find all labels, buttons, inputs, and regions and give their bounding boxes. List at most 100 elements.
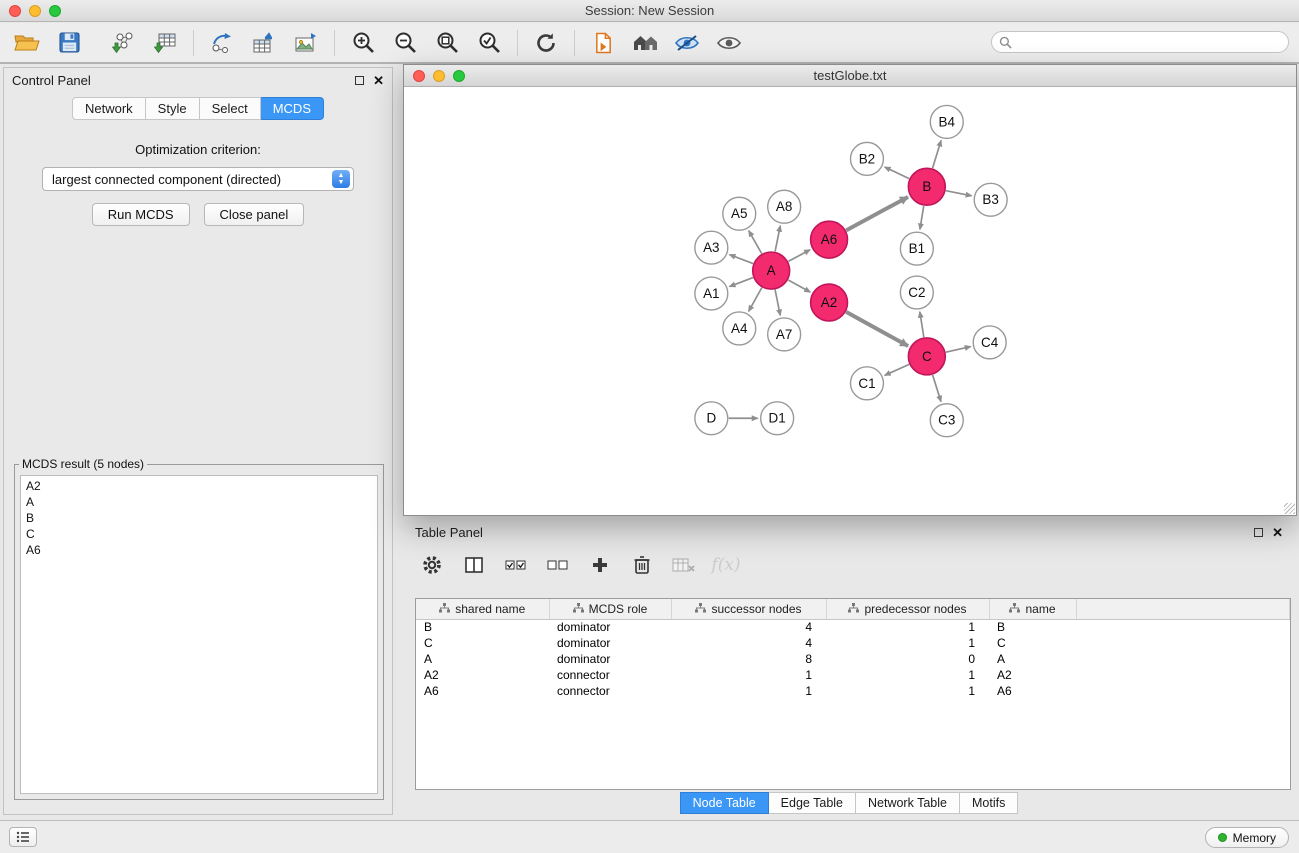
fullscreen-window-button[interactable] bbox=[49, 5, 61, 17]
table-row[interactable]: Bdominator41B bbox=[416, 619, 1290, 635]
column-header-mcds-role[interactable]: MCDS role bbox=[549, 599, 671, 619]
close-network-window-button[interactable] bbox=[413, 70, 425, 82]
graph-node-A5[interactable]: A5 bbox=[723, 197, 756, 230]
open-session-button[interactable] bbox=[6, 26, 48, 60]
graph-edge-A-A4[interactable] bbox=[749, 288, 762, 312]
minimize-window-button[interactable] bbox=[29, 5, 41, 17]
delete-column-button[interactable] bbox=[625, 550, 659, 580]
tab-node-table[interactable]: Node Table bbox=[680, 792, 769, 814]
table-cell[interactable]: 1 bbox=[671, 683, 826, 699]
network-canvas[interactable]: B4B2BB3A5A8A6A3B1AA1C2A2A4A7C4CC1C3DD1 bbox=[404, 88, 1296, 515]
mcds-result-list[interactable]: A2ABCA6 bbox=[20, 475, 378, 794]
run-mcds-button[interactable]: Run MCDS bbox=[92, 203, 190, 226]
graph-edge-C-C3[interactable] bbox=[933, 375, 941, 402]
table-row[interactable]: Cdominator41C bbox=[416, 635, 1290, 651]
zoom-fit-button[interactable] bbox=[426, 26, 468, 60]
maximize-network-window-button[interactable] bbox=[453, 70, 465, 82]
close-window-button[interactable] bbox=[9, 5, 21, 17]
column-header-predecessor-nodes[interactable]: predecessor nodes bbox=[826, 599, 989, 619]
table-cell[interactable]: A bbox=[416, 651, 549, 667]
import-network-from-file-button[interactable] bbox=[102, 26, 144, 60]
graph-edge-B-B3[interactable] bbox=[946, 191, 972, 196]
graph-edge-A-A7[interactable] bbox=[775, 290, 780, 316]
graph-node-D1[interactable]: D1 bbox=[761, 402, 794, 435]
tab-network-table[interactable]: Network Table bbox=[856, 792, 960, 814]
split-columns-button[interactable] bbox=[457, 550, 491, 580]
graph-edge-A-A5[interactable] bbox=[749, 231, 762, 254]
graph-node-A8[interactable]: A8 bbox=[768, 190, 801, 223]
graph-node-C2[interactable]: C2 bbox=[900, 276, 933, 309]
graph-edge-A-A8[interactable] bbox=[775, 226, 780, 252]
graph-edge-C-C4[interactable] bbox=[946, 347, 971, 353]
graph-edge-B-B4[interactable] bbox=[933, 140, 942, 168]
graph-node-B[interactable]: B bbox=[908, 168, 945, 205]
table-cell[interactable]: A bbox=[989, 651, 1076, 667]
table-cell[interactable]: 1 bbox=[826, 667, 989, 683]
network-graph[interactable]: B4B2BB3A5A8A6A3B1AA1C2A2A4A7C4CC1C3DD1 bbox=[404, 88, 1296, 515]
tab-style[interactable]: Style bbox=[146, 97, 200, 120]
table-cell[interactable]: dominator bbox=[549, 635, 671, 651]
minimize-network-window-button[interactable] bbox=[433, 70, 445, 82]
table-cell[interactable]: connector bbox=[549, 683, 671, 699]
graph-node-A7[interactable]: A7 bbox=[768, 318, 801, 351]
table-cell[interactable]: 4 bbox=[671, 619, 826, 635]
graph-node-C1[interactable]: C1 bbox=[850, 367, 883, 400]
graph-node-A[interactable]: A bbox=[753, 252, 790, 289]
table-settings-button[interactable] bbox=[415, 550, 449, 580]
graph-node-B1[interactable]: B1 bbox=[900, 232, 933, 265]
graph-edge-A-A2[interactable] bbox=[788, 280, 810, 292]
graph-edge-A6-B[interactable] bbox=[846, 197, 908, 230]
graph-node-D[interactable]: D bbox=[695, 402, 728, 435]
search-input[interactable] bbox=[1016, 35, 1281, 49]
table-cell[interactable]: 4 bbox=[671, 635, 826, 651]
graph-node-A6[interactable]: A6 bbox=[811, 221, 848, 258]
close-panel-button[interactable]: Close panel bbox=[204, 203, 305, 226]
column-header-name[interactable]: name bbox=[989, 599, 1076, 619]
float-table-panel-icon[interactable] bbox=[1254, 528, 1263, 537]
graph-edge-A-A3[interactable] bbox=[729, 255, 753, 264]
select-all-rows-button[interactable] bbox=[499, 550, 533, 580]
optimization-criterion-select[interactable]: largest connected component (directed) ▲… bbox=[42, 167, 354, 191]
table-row[interactable]: A2connector11A2 bbox=[416, 667, 1290, 683]
graph-node-B2[interactable]: B2 bbox=[850, 142, 883, 175]
tab-motifs[interactable]: Motifs bbox=[960, 792, 1018, 814]
table-cell[interactable]: A2 bbox=[416, 667, 549, 683]
export-network-button[interactable] bbox=[201, 26, 243, 60]
float-panel-icon[interactable] bbox=[355, 76, 364, 85]
deselect-all-rows-button[interactable] bbox=[541, 550, 575, 580]
graph-node-A2[interactable]: A2 bbox=[811, 284, 848, 321]
hide-graphics-details-button[interactable] bbox=[708, 26, 750, 60]
graph-edge-B-B1[interactable] bbox=[920, 206, 924, 229]
graph-node-C4[interactable]: C4 bbox=[973, 326, 1006, 359]
close-table-panel-icon[interactable]: ✕ bbox=[1272, 526, 1283, 539]
search-field[interactable] bbox=[991, 31, 1289, 53]
graph-node-A3[interactable]: A3 bbox=[695, 231, 728, 264]
zoom-in-button[interactable] bbox=[342, 26, 384, 60]
graph-node-A1[interactable]: A1 bbox=[695, 277, 728, 310]
table-cell[interactable]: 8 bbox=[671, 651, 826, 667]
open-recent-session-button[interactable] bbox=[582, 26, 624, 60]
memory-button[interactable]: Memory bbox=[1205, 827, 1289, 848]
create-column-button[interactable] bbox=[583, 550, 617, 580]
table-cell[interactable]: 1 bbox=[671, 667, 826, 683]
column-header-shared-name[interactable]: shared name bbox=[416, 599, 549, 619]
table-cell[interactable]: 0 bbox=[826, 651, 989, 667]
table-row[interactable]: A6connector11A6 bbox=[416, 683, 1290, 699]
close-panel-icon[interactable]: ✕ bbox=[373, 74, 384, 87]
table-cell[interactable]: connector bbox=[549, 667, 671, 683]
graph-node-B4[interactable]: B4 bbox=[930, 105, 963, 138]
graph-edge-B-B2[interactable] bbox=[885, 167, 910, 179]
table-cell[interactable]: A6 bbox=[989, 683, 1076, 699]
tab-select[interactable]: Select bbox=[200, 97, 261, 120]
graph-edge-A-A1[interactable] bbox=[729, 278, 753, 287]
refresh-view-button[interactable] bbox=[525, 26, 567, 60]
export-table-button[interactable] bbox=[243, 26, 285, 60]
graph-edge-A2-C[interactable] bbox=[846, 312, 908, 346]
zoom-selected-button[interactable] bbox=[468, 26, 510, 60]
export-image-button[interactable] bbox=[285, 26, 327, 60]
graph-edge-C-C1[interactable] bbox=[885, 364, 909, 375]
import-table-from-file-button[interactable] bbox=[144, 26, 186, 60]
network-window-titlebar[interactable]: testGlobe.txt bbox=[404, 65, 1296, 87]
network-overview-button[interactable] bbox=[624, 26, 666, 60]
graph-edge-C-C2[interactable] bbox=[920, 312, 924, 337]
